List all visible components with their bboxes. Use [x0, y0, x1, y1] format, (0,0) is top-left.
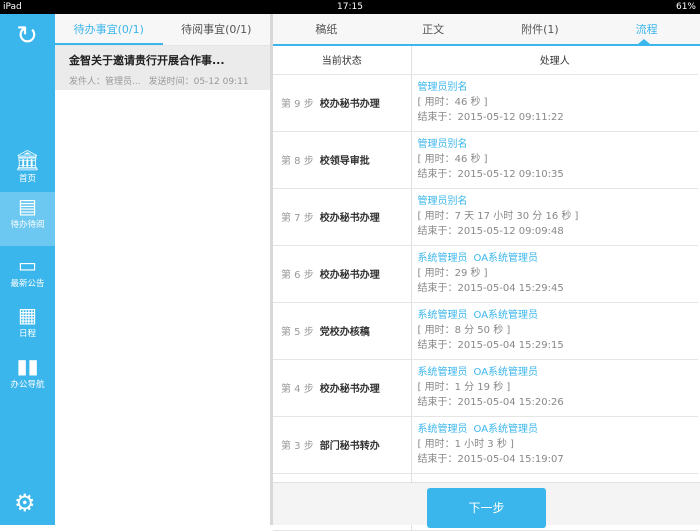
- sidebar-item-navigation[interactable]: ▮▮ 办公导航: [0, 352, 55, 406]
- step-number: 第 5 步: [281, 327, 314, 338]
- table-row: 第 7 步校办秘书办理 管理员别名 [ 用时：7 天 17 小时 30 分 16 …: [273, 188, 698, 246]
- step-number: 第 7 步: [281, 213, 314, 224]
- step-status: 党校办核稿: [319, 327, 370, 338]
- end-time: 结束于：2015-05-04 15:29:45: [417, 283, 564, 294]
- handler-name[interactable]: 系统管理员: [418, 367, 468, 378]
- handler-name[interactable]: OA系统管理员: [474, 367, 539, 378]
- duration: [ 用时：1 小时 3 秒 ]: [417, 439, 514, 450]
- detail-panel: 稿纸 正文 附件(1) 流程 当前状态 处理人 第 9 步校办秘书办理 管理员别名…: [273, 14, 700, 531]
- handler-name[interactable]: OA系统管理员: [474, 253, 539, 264]
- sidebar-item-label: 首页: [18, 174, 36, 184]
- handler-name[interactable]: 系统管理员: [418, 253, 468, 264]
- step-number: 第 6 步: [281, 270, 314, 281]
- sidebar-item-label: 办公导航: [10, 380, 45, 390]
- status-bar: iPad 17:15 61%: [0, 0, 700, 14]
- handler-name[interactable]: 系统管理员: [418, 424, 468, 435]
- sidebar-item-todo[interactable]: ▤ 待办待阅: [0, 192, 55, 246]
- end-time: 结束于：2015-05-12 09:09:48: [417, 226, 564, 237]
- table-row: 第 6 步校办秘书办理 系统管理员 OA系统管理员 [ 用时：29 秒 ] 结束于：2…: [273, 245, 698, 303]
- step-number: 第 8 步: [281, 156, 314, 167]
- handler-name[interactable]: OA系统管理员: [474, 310, 539, 321]
- item-time: 发送时间：05-12 09:11: [148, 77, 249, 87]
- table-row: 第 9 步校办秘书办理 管理员别名 [ 用时：46 秒 ] 结束于：2015-05-…: [273, 74, 698, 132]
- duration: [ 用时：46 秒 ]: [417, 154, 488, 165]
- table-row: 第 8 步校领导审批 管理员别名 [ 用时：46 秒 ] 结束于：2015-05-1…: [273, 131, 698, 189]
- step-status: 校办秘书办理: [319, 99, 380, 110]
- sidebar-item-label: 待办待阅: [10, 220, 45, 230]
- step-status: 校办秘书办理: [319, 213, 380, 224]
- message-list-panel: 待办事宜(0/1) 待阅事宜(0/1) 金智关于邀请贵行开展合作事... 发件人…: [55, 14, 270, 525]
- table-row: 第 5 步党校办核稿 系统管理员 OA系统管理员 [ 用时：8 分 50 秒 ] 结束…: [273, 302, 698, 360]
- handler-name[interactable]: 系统管理员: [418, 310, 468, 321]
- bottom-bar: 下一步: [273, 482, 700, 528]
- step-status: 校领导审批: [319, 156, 370, 167]
- handler-name[interactable]: 管理员别名: [418, 196, 468, 207]
- duration: [ 用时：7 天 17 小时 30 分 16 秒 ]: [417, 211, 579, 222]
- next-step-button[interactable]: 下一步: [427, 488, 546, 528]
- sidebar-item-label: 最新公告: [10, 279, 45, 289]
- card-icon: ▭: [18, 253, 37, 277]
- tab-attachments[interactable]: 附件(1): [487, 14, 594, 44]
- workflow-table: 当前状态 处理人 第 9 步校办秘书办理 管理员别名[ 用时：46 秒 ] 结束于：…: [273, 46, 698, 531]
- item-sender: 发件人：管理员...: [69, 77, 141, 87]
- end-time: 结束于：2015-05-04 15:29:15: [417, 340, 564, 351]
- sidebar: ↻ 🏛 首页 ▤ 待办待阅 ▭ 最新公告 ▦ 日程 ▮▮ 办公导航 ⚙: [0, 14, 55, 525]
- handler-name[interactable]: 管理员别名: [418, 82, 468, 93]
- step-status: 校办秘书办理: [319, 384, 380, 395]
- step-number: 第 4 步: [281, 384, 314, 395]
- column-header: 处理人: [411, 46, 698, 75]
- duration: [ 用时：29 秒 ]: [417, 268, 488, 279]
- active-tab-caret: [638, 39, 650, 44]
- column-header: 当前状态: [273, 46, 412, 75]
- handler-name[interactable]: OA系统管理员: [474, 424, 539, 435]
- handler-name[interactable]: 管理员别名: [418, 139, 468, 150]
- end-time: 结束于：2015-05-12 09:10:35: [417, 169, 564, 180]
- step-number: 第 3 步: [281, 441, 314, 452]
- clock: 17:15: [337, 2, 363, 12]
- tab-pending[interactable]: 待办事宜(0/1): [55, 14, 163, 45]
- sidebar-item-schedule[interactable]: ▦ 日程: [0, 301, 55, 355]
- sidebar-item-label: 日程: [18, 329, 36, 339]
- tab-draft[interactable]: 稿纸: [273, 14, 380, 44]
- duration: [ 用时：46 秒 ]: [417, 97, 488, 108]
- duration: [ 用时：8 分 50 秒 ]: [417, 325, 511, 336]
- end-time: 结束于：2015-05-04 15:19:07: [417, 454, 564, 465]
- sidebar-item-notices[interactable]: ▭ 最新公告: [0, 251, 55, 305]
- table-row: 第 3 步部门秘书转办 系统管理员 OA系统管理员 [ 用时：1 小时 3 秒 ] 结…: [273, 416, 698, 474]
- refresh-icon[interactable]: ↻: [13, 22, 41, 50]
- end-time: 结束于：2015-05-12 09:11:22: [417, 112, 564, 123]
- step-number: 第 9 步: [281, 99, 314, 110]
- table-row: 第 4 步校办秘书办理 系统管理员 OA系统管理员 [ 用时：1 分 19 秒 ] 结…: [273, 359, 698, 417]
- calendar-icon: ▦: [18, 303, 37, 327]
- board-icon: ▤: [18, 194, 37, 218]
- item-title: 金智关于邀请贵行开展合作事...: [69, 54, 225, 67]
- step-status: 部门秘书转办: [319, 441, 380, 452]
- gear-icon[interactable]: ⚙: [14, 489, 36, 517]
- tab-to-read[interactable]: 待阅事宜(0/1): [163, 14, 271, 45]
- list-item[interactable]: 金智关于邀请贵行开展合作事... 发件人：管理员... 发送时间：05-12 09…: [55, 46, 270, 90]
- book-icon: ▮▮: [16, 354, 39, 378]
- bank-icon: 🏛: [14, 148, 41, 172]
- end-time: 结束于：2015-05-04 15:20:26: [417, 397, 564, 408]
- battery: 61%: [675, 2, 696, 12]
- tab-body[interactable]: 正文: [380, 14, 487, 44]
- duration: [ 用时：1 分 19 秒 ]: [417, 382, 511, 393]
- step-status: 校办秘书办理: [319, 270, 380, 281]
